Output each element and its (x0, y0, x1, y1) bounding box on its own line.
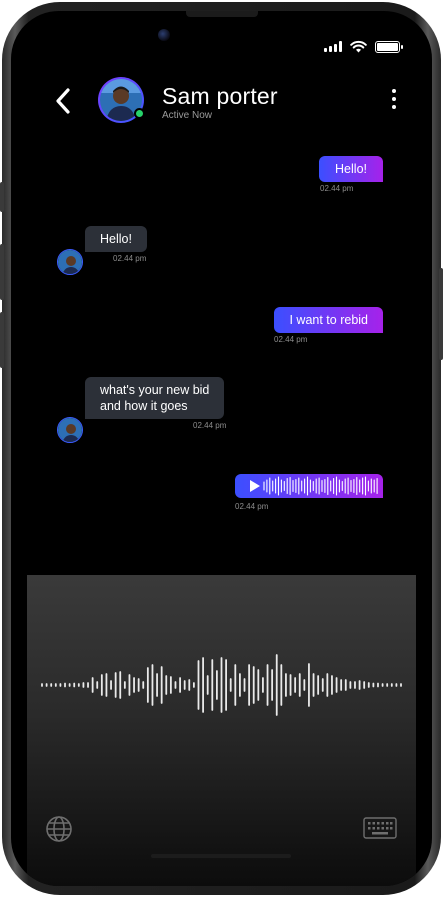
cellular-signal-icon (324, 41, 342, 52)
globe-button[interactable] (45, 815, 73, 843)
earpiece-speaker (186, 11, 258, 17)
message-outgoing[interactable]: I want to rebid (274, 307, 383, 333)
chat-header: Sam porter Active Now (11, 75, 432, 125)
globe-icon (46, 816, 72, 842)
message-bubble: Hello! (85, 226, 147, 252)
contact-name: Sam porter (162, 83, 278, 109)
sender-avatar (57, 249, 83, 275)
message-time: 02.44 pm (193, 421, 227, 430)
message-text-line: and how it goes (100, 399, 188, 413)
online-status-indicator (134, 108, 145, 119)
keyboard-icon (363, 817, 397, 839)
message-incoming[interactable]: what's your new bid and how it goes (85, 377, 225, 419)
volume-down-button (0, 312, 4, 368)
phone-screen: Sam porter Active Now Hello! 02.44 pm He… (11, 11, 432, 886)
message-text-line: what's your new bid (100, 383, 210, 397)
message-bubble: Hello! (319, 156, 383, 182)
back-button[interactable] (51, 86, 75, 116)
contact-status: Active Now (162, 110, 213, 121)
volume-up-button (0, 244, 4, 300)
more-vertical-icon (392, 89, 396, 93)
wifi-icon (350, 40, 367, 53)
silent-switch (0, 182, 4, 212)
recording-waveform (41, 654, 402, 716)
chevron-left-icon (56, 88, 70, 114)
message-outgoing[interactable]: Hello! (319, 156, 383, 182)
message-time: 02.44 pm (274, 335, 308, 344)
message-incoming[interactable]: Hello! (85, 226, 147, 252)
power-button (439, 268, 443, 360)
more-options-button[interactable] (392, 89, 396, 109)
sender-avatar (57, 417, 83, 443)
contact-avatar[interactable] (98, 77, 145, 123)
message-time: 02.44 pm (320, 184, 354, 193)
voice-waveform (263, 476, 378, 496)
message-bubble: I want to rebid (274, 307, 383, 333)
keyboard-button[interactable] (363, 817, 397, 839)
battery-icon (375, 40, 403, 53)
message-time: 02.44 pm (113, 254, 147, 263)
front-camera (158, 29, 170, 41)
message-time: 02.44 pm (235, 502, 269, 511)
play-icon[interactable] (250, 480, 260, 492)
voice-message-bubble[interactable] (235, 474, 383, 498)
status-bar (324, 40, 403, 53)
message-bubble: what's your new bid and how it goes (85, 377, 225, 419)
home-indicator (151, 854, 291, 858)
voice-recorder-panel (27, 575, 416, 886)
